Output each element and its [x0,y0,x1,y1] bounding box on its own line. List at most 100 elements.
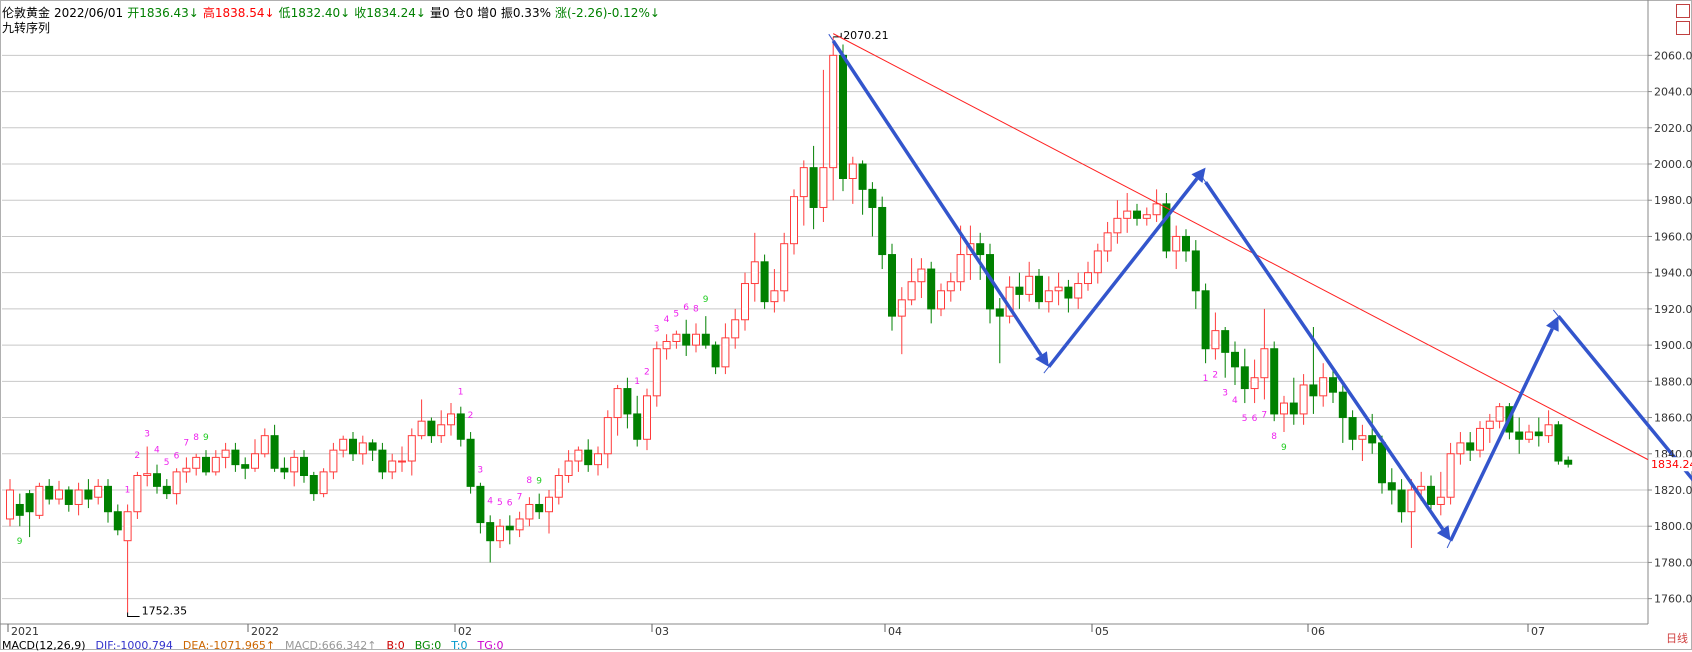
candle-body [809,167,818,208]
candle-body [1309,384,1318,397]
candle-body [6,489,14,520]
arrow-lead-line [828,33,834,42]
nine-mark: 9 [17,537,23,547]
nine-mark: 4 [154,446,160,456]
candle-body [692,333,700,346]
candle-body [260,435,269,455]
x-tick-label: 06 [1311,625,1325,638]
candle-body [594,453,602,466]
candle-body [574,449,583,462]
candle-body [1162,203,1171,252]
settings-icon[interactable] [1676,21,1690,35]
candle-body [1564,459,1573,465]
macd-b: B:0 [386,639,405,652]
candle-body [750,261,759,285]
close-icon[interactable] [1676,4,1690,18]
candle-body [143,473,152,477]
candle-body [221,449,230,458]
nine-mark: 9 [536,477,542,487]
nine-mark: 8 [193,433,199,443]
candle-body [1123,210,1132,219]
candle-body [584,449,593,466]
candle-body [94,485,103,498]
candle-body [741,283,749,321]
candle-body [456,413,465,440]
candle-body [368,442,377,451]
candle-body [643,395,651,440]
candle-body [848,163,857,179]
nine-mark: 5 [164,458,170,468]
candle-body [623,388,632,415]
candle-body [613,388,622,419]
candle-body [388,460,397,473]
candle-body [251,453,259,469]
candle-body [378,449,387,473]
nine-mark: 9 [203,433,209,443]
nine-mark: 2 [644,368,650,378]
candle-body [1299,384,1308,415]
nine-mark: 1 [458,388,464,398]
candle-body [1035,275,1043,303]
nine-mark: 6 [174,451,180,461]
candle-body [437,424,446,437]
candle-body [1201,290,1210,350]
period-label[interactable]: 日线 [1666,630,1688,646]
candle-body [1456,442,1465,455]
nine-mark: 8 [526,476,532,486]
macd-value: MACD:666.342↑ [285,639,377,652]
candle-body [897,299,906,317]
candle-body [319,471,328,495]
nine-mark: 4 [487,496,493,506]
candle-body [888,254,896,317]
resistance-trend-line [832,33,1649,461]
arrow-lead-line [1446,540,1452,549]
candle-body [1329,377,1337,393]
candle-body [1466,442,1475,451]
macd-dif: DIF:-1000.794 [95,639,173,652]
candle-body [858,163,867,190]
candle-body [1417,485,1426,491]
high-label: 2070.21 [843,29,889,42]
nine-mark: 1 [1203,374,1209,384]
candle-body [1172,235,1181,252]
candle-body [182,467,191,473]
candle-body [1397,489,1406,513]
candle-body [1250,377,1259,390]
candle-body [652,348,661,397]
nine-mark: 4 [664,315,670,325]
nine-mark: 5 [673,310,679,320]
candle-body [976,243,985,256]
nine-mark: 8 [693,304,699,314]
candle-body [1152,203,1161,216]
candle-body [486,522,495,542]
candle-body [427,420,436,437]
x-tick-label: 07 [1531,625,1545,638]
candle-body [799,167,808,198]
nine-mark: 1 [634,377,640,387]
candle-body [770,290,779,303]
candle-body [1270,348,1279,415]
candle-body [515,518,524,531]
candle-body [721,337,730,368]
arrow-lead-line [1043,366,1050,374]
trend-arrow-shaft [1204,181,1445,531]
candlestick-chart[interactable]: 2070.211752.35 912345678 91234 5 678 9123456… [0,0,1692,650]
candle-body [790,196,798,245]
y-tick-label: 1920.00 [1654,303,1692,316]
y-tick-label: 1800.00 [1654,520,1692,533]
nine-mark: 2 [1212,371,1218,381]
candle-body [1221,330,1230,353]
x-tick-label: 04 [888,625,902,638]
candle-body [447,413,455,426]
candle-body [1133,210,1141,219]
candle-body [1476,427,1484,451]
nine-mark: 5 [1242,414,1248,424]
candle-body [839,54,847,179]
candle-body [358,442,367,455]
y-tick-label: 1880.00 [1654,375,1692,388]
candle-body [505,525,514,531]
nine-mark: 8 [1271,432,1277,442]
candle-body [672,333,681,342]
candle-body [946,281,955,292]
candle-body [25,493,34,513]
